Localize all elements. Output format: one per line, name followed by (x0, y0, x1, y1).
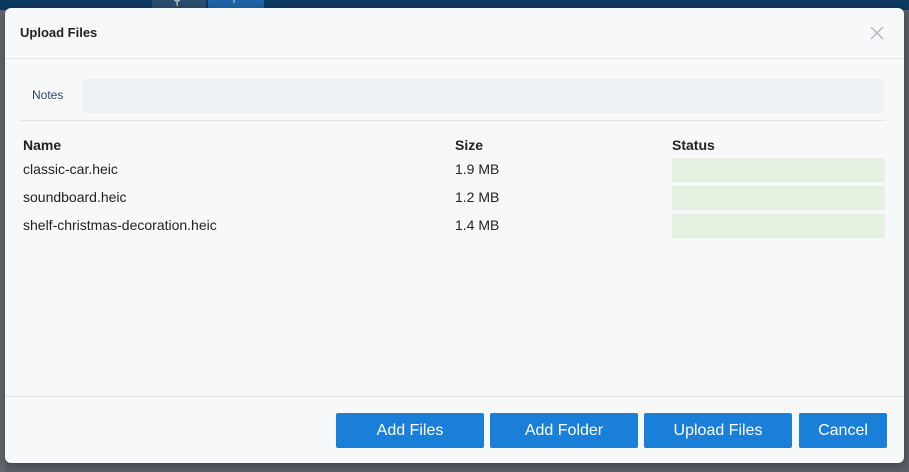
status-bar (672, 158, 885, 182)
table-row: shelf-christmas-decoration.heic 1.4 MB (5, 214, 904, 242)
plus-icon: + (230, 0, 238, 6)
upload-files-dialog: Upload Files Notes Name Size Status clas… (5, 8, 904, 463)
divider (20, 120, 886, 121)
column-header-name: Name (23, 137, 62, 153)
notes-field[interactable] (82, 79, 884, 113)
file-name: soundboard.heic (23, 189, 127, 205)
close-icon (870, 26, 884, 40)
file-size: 1.2 MB (455, 189, 500, 205)
status-bar (672, 214, 885, 238)
notes-label: Notes (32, 88, 64, 102)
column-header-status: Status (672, 137, 715, 153)
file-size: 1.9 MB (455, 161, 500, 177)
cancel-button[interactable]: Cancel (799, 413, 887, 448)
close-button[interactable] (867, 23, 887, 43)
status-bar (672, 186, 885, 210)
add-folder-button[interactable]: Add Folder (490, 413, 638, 448)
upload-files-button[interactable]: Upload Files (644, 413, 792, 448)
file-name: classic-car.heic (23, 161, 118, 177)
file-name: shelf-christmas-decoration.heic (23, 217, 217, 233)
table-row: soundboard.heic 1.2 MB (5, 186, 904, 214)
column-header-size: Size (455, 137, 484, 153)
add-files-button[interactable]: Add Files (336, 413, 484, 448)
table-row: classic-car.heic 1.9 MB (5, 158, 904, 186)
dialog-footer: Add Files Add Folder Upload Files Cancel (5, 396, 904, 463)
file-size: 1.4 MB (455, 217, 500, 233)
dialog-title: Upload Files (20, 25, 98, 40)
search-icon: ⚲ (172, 0, 182, 6)
dialog-header: Upload Files (5, 8, 904, 59)
